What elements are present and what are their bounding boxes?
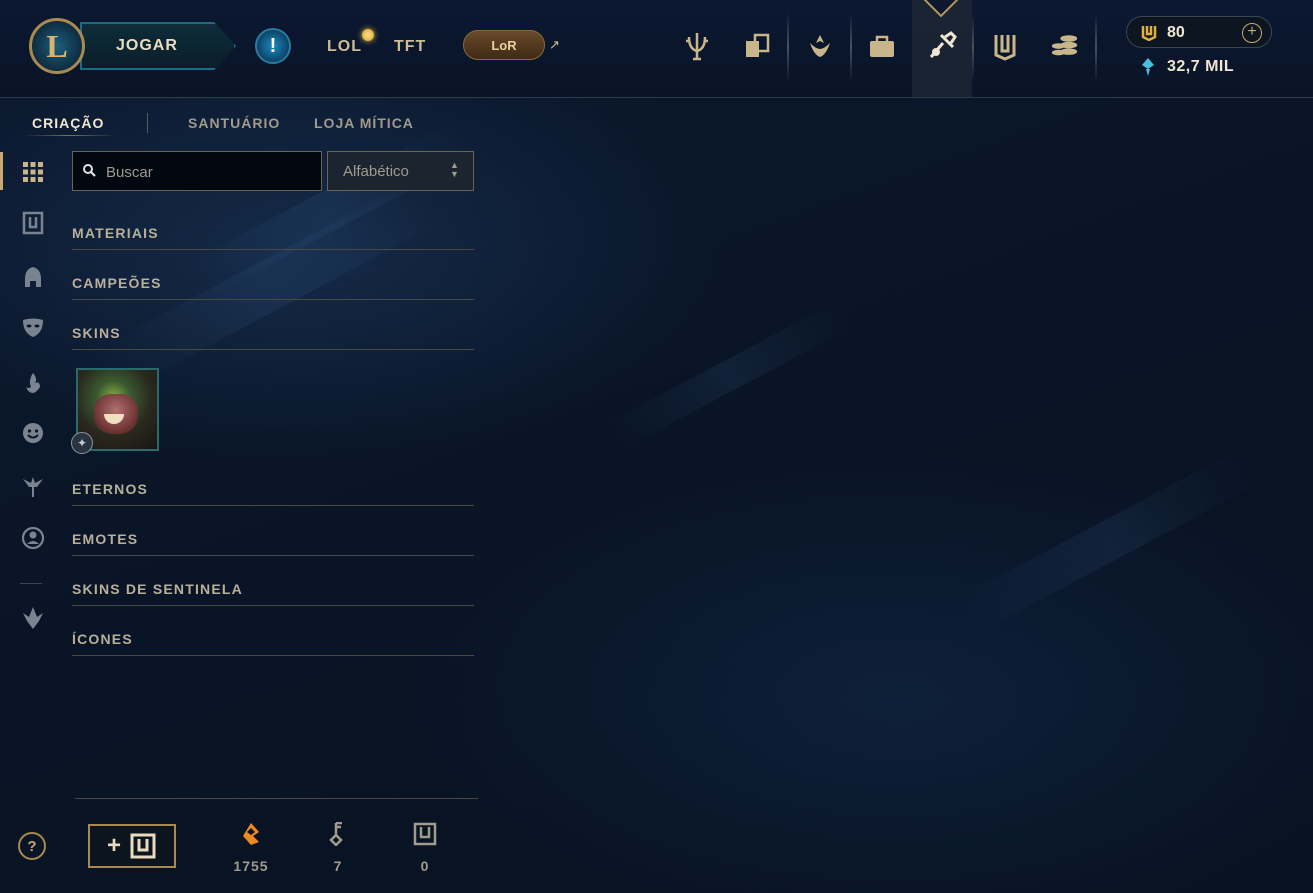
category-label: ÍCONES [72, 631, 133, 647]
category-label: SKINS DE SENTINELA [72, 581, 243, 597]
blue-essence-value: 32,7 MIL [1167, 58, 1235, 75]
key-icon [329, 822, 343, 846]
blue-essence-icon [1142, 58, 1154, 76]
tab-santuario[interactable]: SANTUÁRIO [188, 115, 280, 131]
category-label: CAMPEÕES [72, 275, 162, 291]
chest-icon [130, 833, 156, 859]
eternals-icon[interactable] [20, 370, 46, 396]
all-items-icon[interactable] [20, 159, 46, 185]
rp-icon [1141, 26, 1157, 41]
sort-arrows-icon: ▲ ▼ [450, 160, 459, 179]
trophy-icon[interactable] [682, 30, 712, 62]
tab-loja-mitica[interactable]: LOJA MÍTICA [314, 115, 414, 131]
skin-icon[interactable] [20, 315, 46, 341]
lor-button[interactable]: LoR [463, 30, 545, 60]
rail-divider [20, 583, 42, 584]
tft-icon[interactable] [20, 605, 46, 631]
mode-tft[interactable]: TFT [394, 38, 426, 56]
collection-icon[interactable] [867, 30, 897, 62]
league-logo[interactable]: L [29, 18, 85, 74]
plus-icon: + [107, 832, 122, 859]
emote-icon[interactable] [20, 420, 46, 446]
chest-count-value: 0 [420, 858, 430, 874]
category-skins[interactable]: SKINS [72, 325, 474, 350]
materials-icon[interactable] [20, 210, 46, 236]
mode-lol[interactable]: LOL [327, 38, 362, 56]
bottom-divider [75, 798, 478, 799]
nav-divider [1095, 12, 1097, 82]
nav-divider [972, 12, 974, 82]
category-label: SKINS [72, 325, 121, 341]
orange-essence-value: 1755 [233, 858, 269, 874]
search-icon [83, 164, 96, 177]
loot-icon[interactable] [927, 30, 957, 62]
ward-icon[interactable] [20, 474, 46, 500]
category-skins-de-sentinela[interactable]: SKINS DE SENTINELA [72, 581, 474, 606]
key-fragment-value: 7 [333, 858, 343, 874]
ranked-icon[interactable] [805, 30, 835, 62]
rp-value: 80 [1167, 24, 1185, 41]
nav-divider [787, 12, 789, 82]
active-tab-underline [22, 135, 117, 136]
tab-separator [147, 113, 148, 133]
add-rp-button[interactable]: + [1242, 23, 1262, 43]
chest-icon [413, 822, 437, 846]
category-icones[interactable]: ÍCONES [72, 631, 474, 656]
lor-label: LoR [491, 37, 517, 53]
notification-dot [362, 29, 374, 41]
nav-divider [850, 12, 852, 82]
external-link-icon: ↗ [549, 37, 560, 52]
play-button-label: JOGAR [116, 37, 178, 54]
category-materiais[interactable]: MATERIAIS [72, 225, 474, 250]
category-campeoes[interactable]: CAMPEÕES [72, 275, 474, 300]
sort-selected-value: Alfabético [343, 163, 409, 180]
rail-active-indicator [0, 152, 3, 190]
help-button[interactable]: ? [18, 832, 46, 860]
background [0, 0, 1313, 893]
champion-icon[interactable] [20, 264, 46, 290]
profile-icon[interactable] [20, 525, 46, 551]
store-icon[interactable] [1050, 30, 1080, 62]
category-eternos[interactable]: ETERNOS [72, 481, 474, 506]
chest-icon[interactable] [990, 30, 1020, 62]
category-label: ETERNOS [72, 481, 149, 497]
search-input[interactable] [104, 158, 308, 186]
category-label: EMOTES [72, 531, 139, 547]
orange-essence-icon [243, 823, 259, 845]
category-label: MATERIAIS [72, 225, 159, 241]
skin-shard-badge-icon: ✦ [71, 432, 93, 454]
cards-icon[interactable] [742, 30, 772, 62]
category-emotes[interactable]: EMOTES [72, 531, 474, 556]
tab-criacao[interactable]: CRIAÇÃO [32, 115, 104, 131]
alert-icon[interactable]: ! [255, 28, 291, 64]
